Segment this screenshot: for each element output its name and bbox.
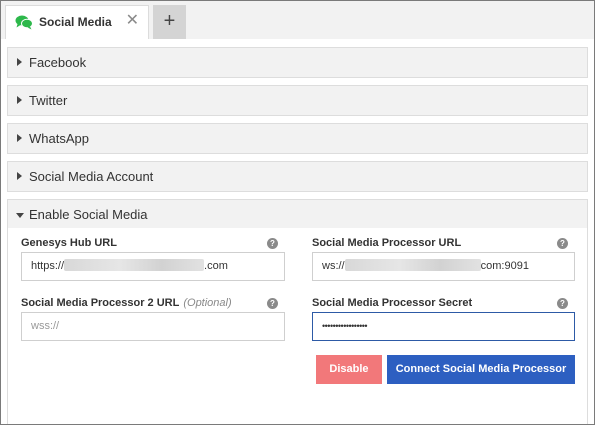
tab-bar: Social Media ✕ + [1,1,594,39]
disable-button[interactable]: Disable [316,355,382,384]
hub-url-input[interactable]: https:// .com [21,252,285,281]
section-twitter[interactable]: Twitter [7,85,588,116]
chat-bubbles-icon [15,15,33,30]
processor-url-prefix: ws:// [322,260,345,272]
processor2-url-label-text: Social Media Processor 2 URL [21,297,180,309]
hub-url-label: Genesys Hub URL [21,237,117,249]
help-icon[interactable]: ? [267,238,278,249]
caret-right-icon [17,96,22,104]
section-label: Social Media Account [29,169,154,184]
optional-hint: (Optional) [183,297,232,309]
window-frame: Social Media ✕ + Facebook Twitter WhatsA… [0,0,595,425]
section-facebook[interactable]: Facebook [7,47,588,78]
caret-down-icon [16,213,24,218]
password-dots: ••••••••••••••••• [322,321,368,331]
hub-url-suffix: .com [204,260,228,272]
redacted-text [344,259,481,272]
connect-social-media-processor-button[interactable]: Connect Social Media Processor [387,355,575,384]
caret-right-icon [17,134,22,142]
processor2-url-label: Social Media Processor 2 URL (Optional) [21,297,232,309]
main-content: Facebook Twitter WhatsApp Social Media A… [1,39,594,424]
help-icon[interactable]: ? [557,298,568,309]
section-social-media-account[interactable]: Social Media Account [7,161,588,192]
section-label: Twitter [29,93,68,108]
processor2-url-placeholder: wss:// [31,320,60,332]
enable-social-media-panel: Genesys Hub URL ? https:// .com Social Me… [7,228,588,424]
tab-social-media[interactable]: Social Media ✕ [5,5,149,39]
section-label: Facebook [29,55,87,70]
section-label: WhatsApp [29,131,89,146]
section-label: Enable Social Media [29,207,148,222]
processor2-url-input[interactable]: wss:// [21,312,285,341]
tab-label: Social Media [39,15,112,29]
section-enable-social-media[interactable]: Enable Social Media [7,199,588,230]
processor-secret-input[interactable]: ••••••••••••••••• [312,312,575,341]
caret-right-icon [17,172,22,180]
redacted-text [64,259,205,272]
hub-url-prefix: https:// [31,260,65,272]
section-whatsapp[interactable]: WhatsApp [7,123,588,154]
processor-secret-label: Social Media Processor Secret [312,297,473,309]
processor-url-input[interactable]: ws:// com:9091 [312,252,575,281]
caret-right-icon [17,58,22,66]
help-icon[interactable]: ? [267,298,278,309]
processor-url-suffix: com:9091 [480,260,529,272]
close-icon[interactable]: ✕ [126,12,139,30]
help-icon[interactable]: ? [557,238,568,249]
add-tab-button[interactable]: + [153,5,186,39]
processor-url-label: Social Media Processor URL [312,237,462,249]
